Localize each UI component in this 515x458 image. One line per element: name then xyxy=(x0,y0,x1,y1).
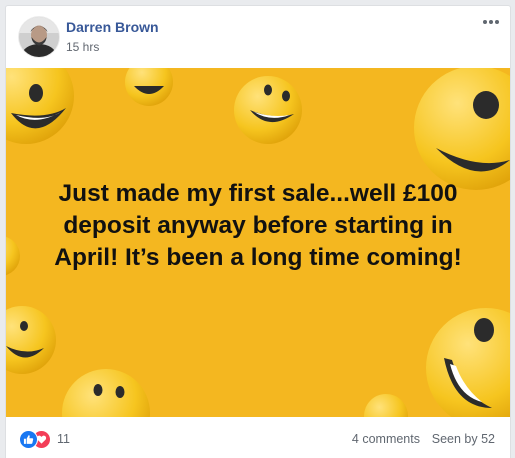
post-header: Darren Brown 15 hrs xyxy=(6,6,510,68)
post-footer: 11 4 comments Seen by 52 xyxy=(6,420,510,458)
laughing-emoji-icon xyxy=(6,306,56,374)
post-timestamp[interactable]: 15 hrs xyxy=(66,40,99,54)
seen-by-count[interactable]: Seen by 52 xyxy=(432,432,495,446)
dot xyxy=(489,20,493,24)
author-name[interactable]: Darren Brown xyxy=(66,19,159,35)
laughing-emoji-icon xyxy=(426,308,510,417)
laughing-emoji-icon xyxy=(6,68,74,144)
dot xyxy=(495,20,499,24)
laughing-emoji-icon xyxy=(125,68,173,106)
post-text: Just made my first sale...well £100 depo… xyxy=(54,180,462,271)
like-icon[interactable] xyxy=(19,430,38,449)
laughing-emoji-icon xyxy=(414,68,510,190)
more-options-icon[interactable] xyxy=(480,14,502,30)
reaction-count[interactable]: 11 xyxy=(57,432,70,446)
post-background: Just made my first sale...well £100 depo… xyxy=(6,68,510,417)
laughing-emoji-icon xyxy=(234,76,302,144)
comments-count-link[interactable]: 4 comments xyxy=(352,432,420,446)
dot xyxy=(483,20,487,24)
laughing-emoji-icon xyxy=(364,394,408,417)
post-card: Darren Brown 15 hrs Just made my first s… xyxy=(5,5,511,458)
avatar[interactable] xyxy=(19,17,59,57)
reaction-icons[interactable] xyxy=(19,430,53,449)
laughing-emoji-icon xyxy=(62,369,150,417)
